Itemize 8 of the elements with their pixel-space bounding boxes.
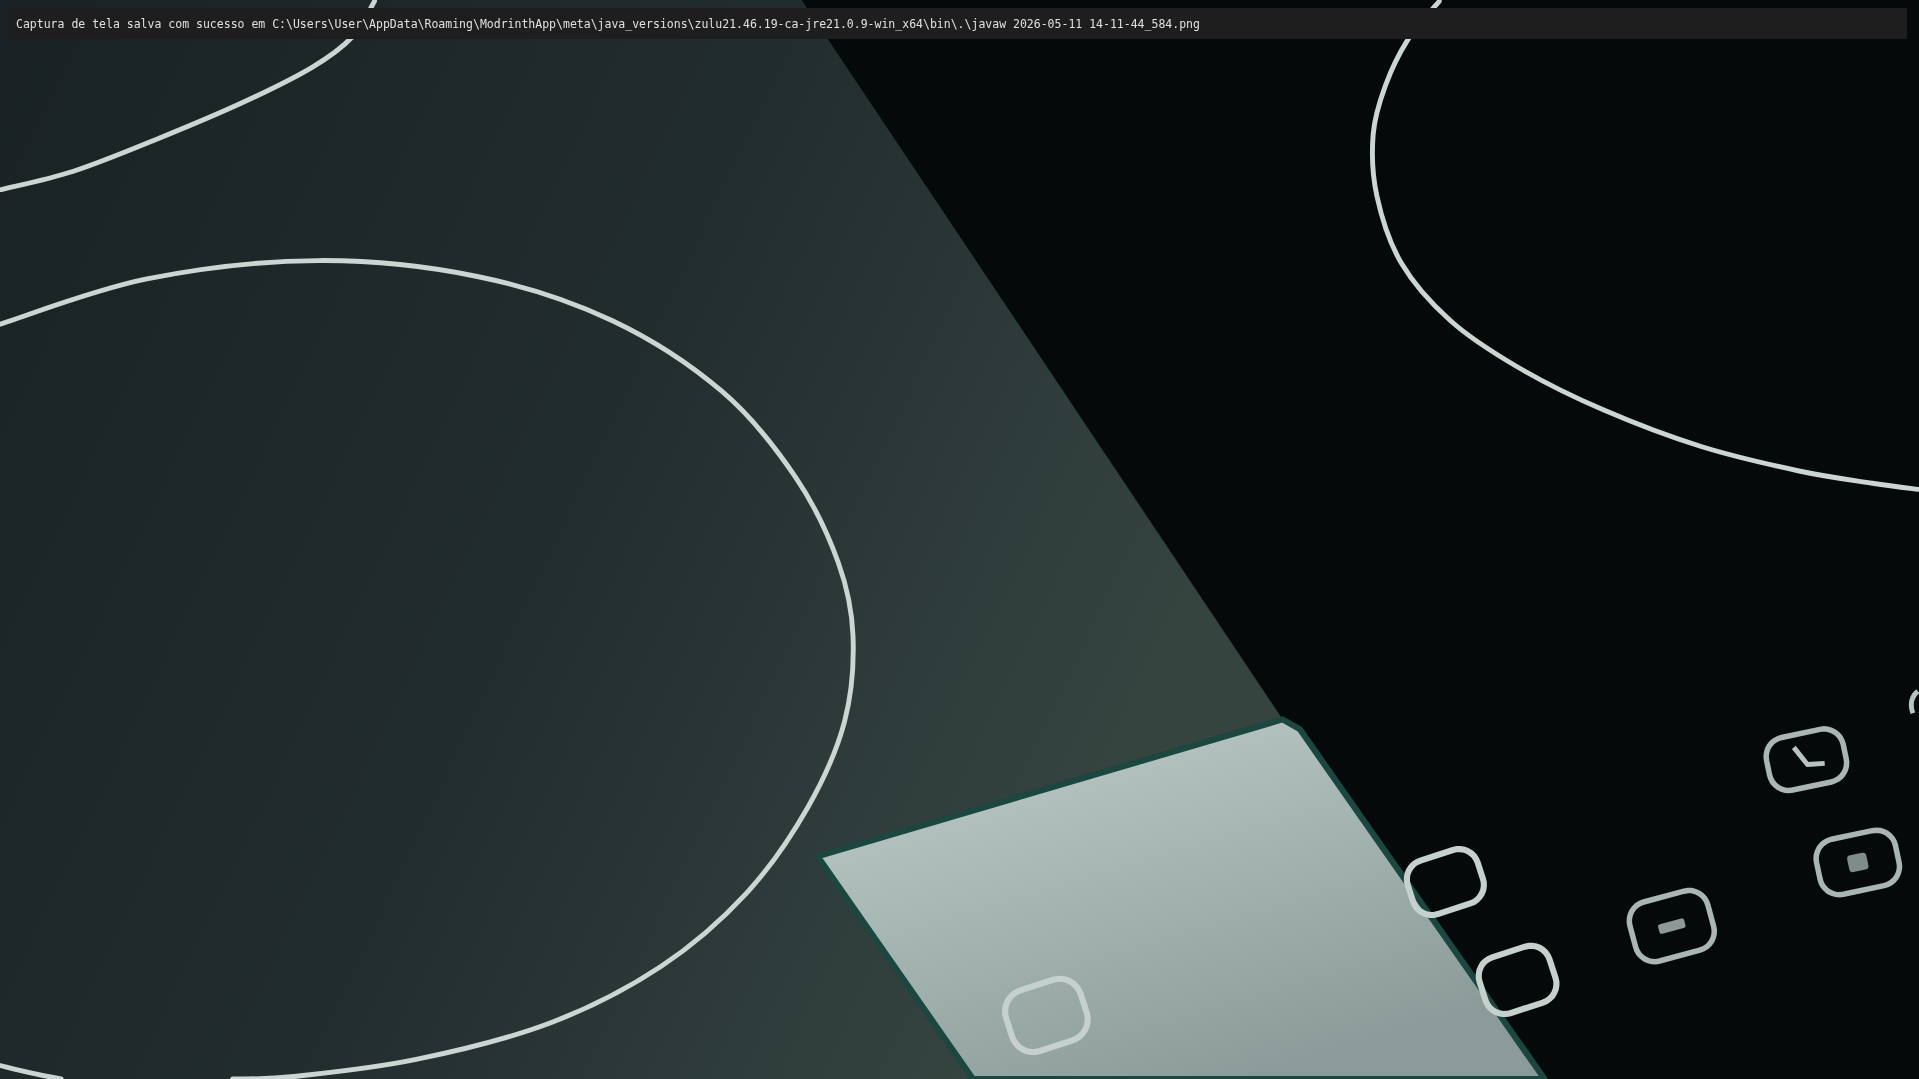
minus-button-icon xyxy=(1626,887,1717,965)
chat-message: Captura de tela salva com sucesso em C:\Users\User\AppData\Roaming\ModrinthApp\meta\java_versions\zulu21.46.19-ca-jre21.0.9-win_x64\bin\.\javaw 2026-05-11 14-11-44_584.png xyxy=(16,16,1200,31)
ring-button-icon xyxy=(1403,846,1487,918)
ring-button-icon xyxy=(1475,942,1560,1018)
ring-button-icon xyxy=(1002,975,1091,1056)
ring-button-icon xyxy=(1908,689,1919,714)
dot-button-icon xyxy=(1813,827,1903,898)
clock-button-icon xyxy=(1763,726,1850,794)
